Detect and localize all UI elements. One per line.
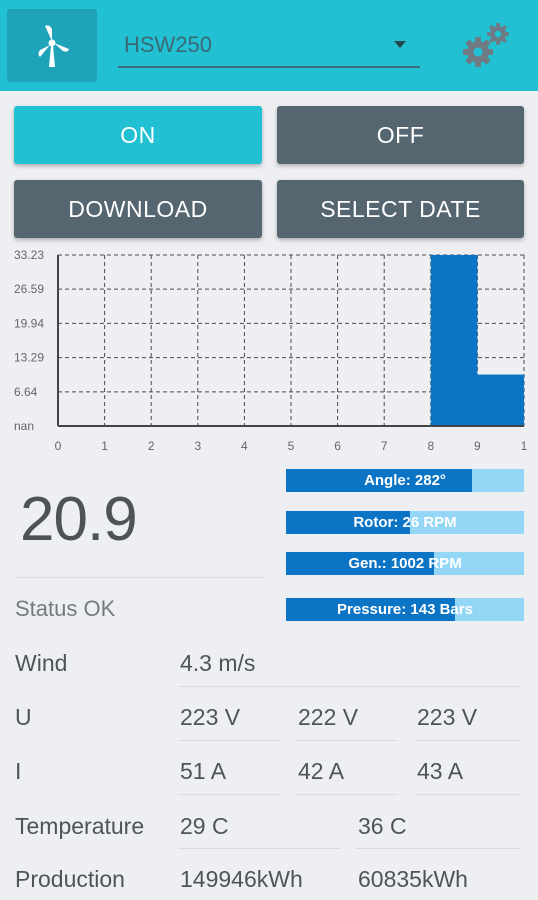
- current-value-1: 51 A: [180, 758, 227, 784]
- off-button[interactable]: OFF: [277, 106, 524, 164]
- chart-bar: [430, 255, 478, 426]
- voltage-underline-1: [178, 740, 280, 741]
- x-tick-label: 2: [148, 439, 155, 453]
- x-tick-label: 1: [521, 439, 528, 453]
- current-label: I: [15, 758, 22, 784]
- voltage-value-3: 223 V: [417, 704, 478, 730]
- voltage-underline-2: [296, 740, 398, 741]
- x-tick-label: 0: [55, 439, 62, 453]
- gears-icon[interactable]: [460, 20, 516, 72]
- temperature-label: Temperature: [15, 813, 145, 839]
- angle-gauge-label: Angle: 282°: [364, 472, 446, 489]
- pressure-gauge: Pressure: 143 Bars: [286, 598, 524, 621]
- x-tick-label: 7: [381, 439, 388, 453]
- y-tick-label: 33.23: [14, 248, 44, 262]
- current-underline-3: [415, 794, 520, 795]
- app-toolbar: HSW250: [0, 0, 538, 91]
- angle-gauge: Angle: 282°: [286, 469, 524, 492]
- device-select[interactable]: HSW250: [118, 26, 420, 68]
- temperature-underline-2: [356, 848, 520, 849]
- voltage-value-1: 223 V: [180, 704, 241, 730]
- wind-label: Wind: [15, 650, 68, 676]
- device-select-value: HSW250: [124, 32, 213, 57]
- wind-underline: [178, 686, 520, 687]
- current-underline-1: [178, 794, 280, 795]
- x-tick-label: 9: [474, 439, 481, 453]
- generator-gauge: Gen.: 1002 RPM: [286, 552, 524, 575]
- temperature-underline-1: [178, 848, 340, 849]
- production-value-1: 149946kWh: [180, 866, 303, 892]
- select-date-button[interactable]: SELECT DATE: [277, 180, 524, 238]
- chevron-down-icon: [394, 41, 406, 48]
- rotor-gauge: Rotor: 26 RPM: [286, 511, 524, 534]
- x-tick-label: 8: [427, 439, 434, 453]
- x-tick-label: 3: [194, 439, 201, 453]
- y-tick-label: nan: [14, 419, 34, 433]
- voltage-label: U: [15, 704, 32, 730]
- x-tick-label: 1: [101, 439, 108, 453]
- y-tick-label: 19.94: [14, 316, 44, 330]
- voltage-underline-3: [415, 740, 520, 741]
- production-chart: nan 6.64 13.29 19.94 26.59 33.23 0 1 2 3 4 5 6 7 8 9 1: [14, 248, 528, 453]
- x-tick-label: 4: [241, 439, 248, 453]
- wind-value: 4.3 m/s: [180, 650, 256, 676]
- download-button[interactable]: DOWNLOAD: [14, 180, 262, 238]
- x-tick-label: 5: [288, 439, 295, 453]
- chart-bar: [477, 374, 524, 426]
- x-tick-label: 6: [334, 439, 341, 453]
- divider: [15, 577, 265, 578]
- production-value-2: 60835kWh: [358, 866, 468, 892]
- on-button[interactable]: ON: [14, 106, 262, 164]
- temperature-value-1: 29 C: [180, 813, 229, 839]
- temperature-value-2: 36 C: [358, 813, 407, 839]
- generator-gauge-label: Gen.: 1002 RPM: [348, 555, 462, 572]
- rotor-gauge-label: Rotor: 26 RPM: [353, 514, 457, 531]
- y-tick-label: 26.59: [14, 282, 44, 296]
- main-value: 20.9: [20, 485, 138, 554]
- y-tick-label: 13.29: [14, 351, 44, 365]
- pressure-gauge-label: Pressure: 143 Bars: [337, 601, 473, 618]
- voltage-value-2: 222 V: [298, 704, 359, 730]
- current-value-3: 43 A: [417, 758, 464, 784]
- wind-turbine-icon[interactable]: [7, 9, 97, 82]
- production-label: Production: [15, 866, 125, 892]
- status-text: Status OK: [15, 596, 116, 621]
- current-underline-2: [296, 794, 398, 795]
- current-value-2: 42 A: [298, 758, 345, 784]
- y-tick-label: 6.64: [14, 385, 38, 399]
